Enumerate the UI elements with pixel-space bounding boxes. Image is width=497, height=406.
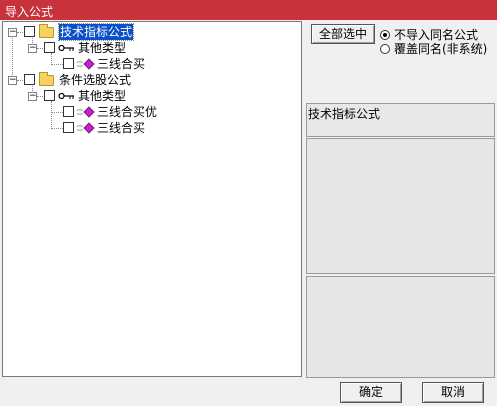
tree-checkbox[interactable] [44, 42, 55, 53]
cancel-button[interactable]: 取消 [422, 382, 484, 403]
radio-button[interactable] [380, 44, 390, 54]
formula-type-panel: 技术指标公式 [306, 103, 495, 137]
collapse-toggle[interactable]: − [8, 28, 17, 37]
tree-checkbox[interactable] [63, 122, 74, 133]
select-all-button[interactable]: 全部选中 [311, 24, 375, 44]
tree-label[interactable]: 其他类型 [78, 88, 126, 104]
radio-label: 覆盖同名(非系统) [394, 42, 488, 56]
tree-node-formula[interactable]: 三线合买 [3, 120, 303, 136]
folder-icon [39, 72, 54, 86]
tree-label[interactable]: 三线合买 [97, 56, 145, 72]
tree-node-formula[interactable]: 三线合买优 [3, 104, 303, 120]
tree-checkbox[interactable] [63, 58, 74, 69]
tree-label[interactable]: 三线合买优 [97, 104, 157, 120]
tree-label[interactable]: 条件选股公式 [59, 72, 131, 88]
tree-label[interactable]: 技术指标公式 [57, 23, 135, 41]
formula-params-panel [306, 276, 495, 378]
tree-node-formula[interactable]: 三线合买 [3, 56, 303, 72]
tree-checkbox[interactable] [63, 106, 74, 117]
tree-node-category[interactable]: − 其他类型 [3, 88, 303, 104]
title-bar: 导入公式 [0, 0, 497, 20]
tree-node-root2[interactable]: − 条件选股公式 [3, 72, 303, 88]
collapse-toggle[interactable]: − [28, 92, 37, 101]
radio-button[interactable] [380, 30, 390, 40]
tree-node-category[interactable]: − 其他类型 [3, 40, 303, 56]
collapse-toggle[interactable]: − [28, 44, 37, 53]
ok-button[interactable]: 确定 [340, 382, 402, 403]
tree-node-root1[interactable]: − 技术指标公式 [3, 23, 303, 41]
collapse-toggle[interactable]: − [8, 76, 17, 85]
window-title: 导入公式 [5, 5, 54, 19]
formula-icon [77, 106, 95, 118]
tree-label[interactable]: 三线合买 [97, 120, 145, 136]
folder-icon [39, 24, 54, 38]
tree-label[interactable]: 其他类型 [78, 40, 126, 56]
radio-label: 不导入同名公式 [394, 28, 479, 42]
formula-type-label: 技术指标公式 [308, 107, 381, 121]
tree-checkbox[interactable] [24, 74, 35, 85]
radio-overwrite[interactable]: 覆盖同名(非系统) [380, 42, 487, 56]
formula-icon [77, 58, 95, 70]
key-icon [58, 44, 74, 52]
key-icon [58, 92, 74, 100]
tree-checkbox[interactable] [24, 26, 35, 37]
formula-tree[interactable]: − 技术指标公式 − 其他类型 三线合买 − 条件选股公式 − 其他类型 三线合… [2, 21, 302, 377]
formula-icon [77, 122, 95, 134]
formula-description-panel [306, 138, 495, 274]
tree-checkbox[interactable] [44, 90, 55, 101]
radio-no-import[interactable]: 不导入同名公式 [380, 28, 478, 42]
